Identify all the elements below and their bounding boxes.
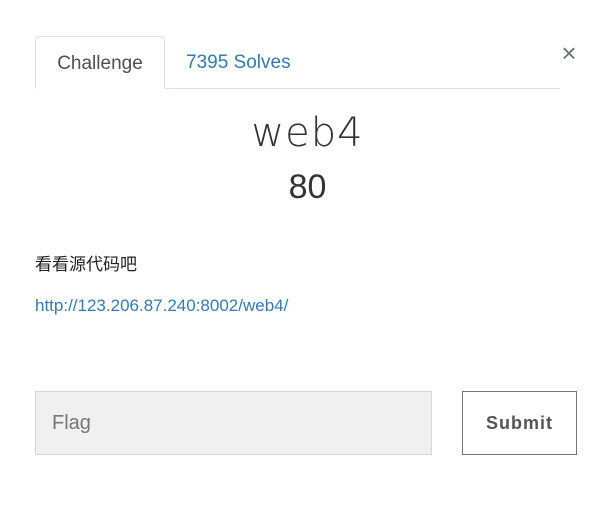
submit-button[interactable]: Submit	[462, 391, 577, 455]
challenge-tabs: Challenge 7395 Solves	[35, 36, 560, 89]
challenge-value: 80	[288, 168, 327, 206]
challenge-name: web4	[251, 110, 364, 156]
tab-solves[interactable]: 7395 Solves	[166, 36, 311, 88]
tab-challenge[interactable]: Challenge	[35, 36, 165, 89]
challenge-description: 看看源代码吧	[35, 255, 137, 275]
close-icon[interactable]: ×	[557, 38, 581, 68]
flag-input[interactable]	[35, 391, 432, 455]
challenge-link[interactable]: http://123.206.87.240:8002/web4/	[35, 296, 288, 316]
